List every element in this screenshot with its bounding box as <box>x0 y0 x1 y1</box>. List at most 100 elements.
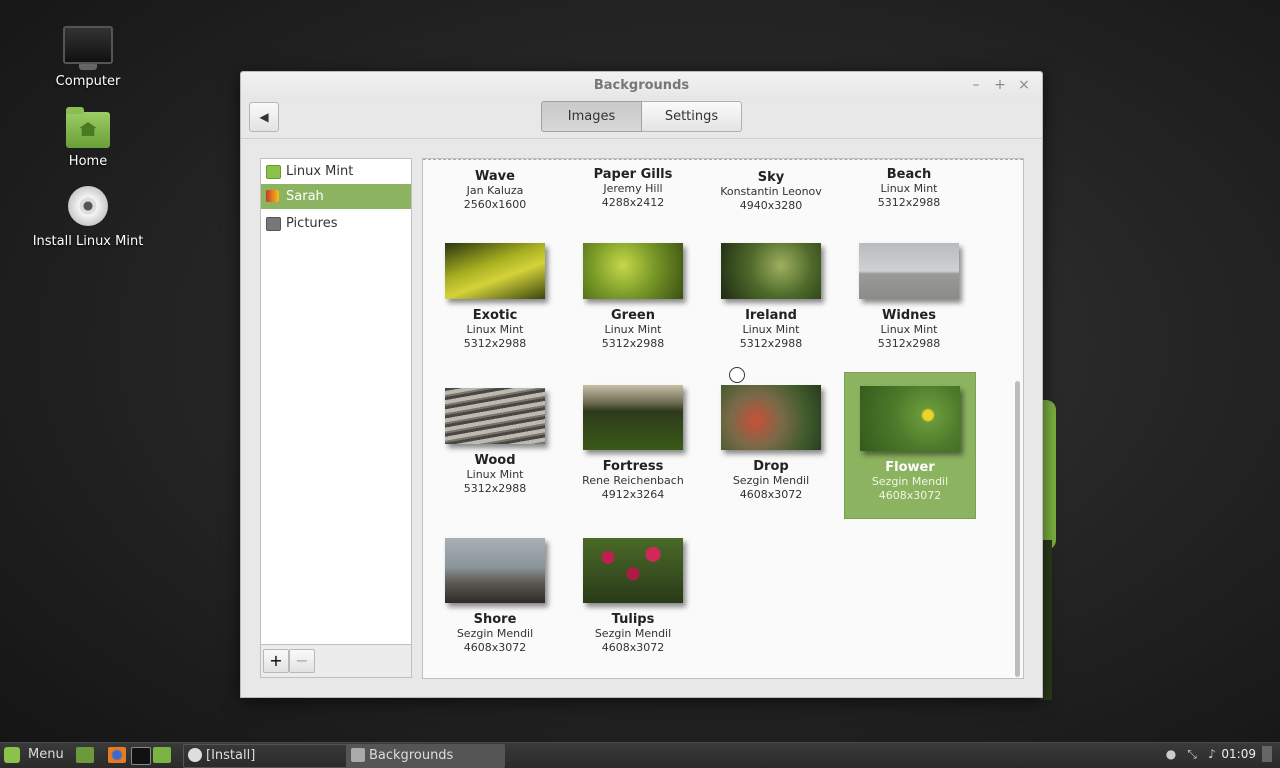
background-tile-widnes[interactable]: Widnes Linux Mint 5312x2988 <box>844 243 974 351</box>
tile-resolution: 4608x3072 <box>739 488 803 501</box>
background-tile-paper-gills[interactable]: Paper Gills Jeremy Hill 4288x2412 <box>568 167 698 210</box>
tile-name: Drop <box>753 459 789 474</box>
sidebar-item-label: Linux Mint <box>286 164 354 179</box>
sidebar-item-label: Sarah <box>286 189 324 204</box>
taskbar: Menu [Install] Backgrounds ● ⤡ ♪ 01:09 <box>0 742 1280 768</box>
tile-name: Tulips <box>611 612 655 627</box>
minimize-button[interactable]: – <box>967 76 985 94</box>
tile-name: Exotic <box>472 308 518 323</box>
background-tile-drop[interactable]: Drop Sezgin Mendil 4608x3072 <box>706 385 836 502</box>
toolbar: ◀ Images Settings <box>241 100 1042 139</box>
tile-name: Green <box>611 308 655 323</box>
back-arrow-icon: ◀ <box>259 110 269 124</box>
task-label: Backgrounds <box>369 748 454 763</box>
tile-resolution: 5312x2988 <box>463 337 527 350</box>
background-thumbnail <box>860 386 960 451</box>
volume-icon[interactable]: ♪ <box>1205 747 1219 761</box>
tile-name: Flower <box>885 460 935 475</box>
task-backgrounds[interactable]: Backgrounds <box>346 744 505 768</box>
mint-logo-icon <box>4 746 20 763</box>
tile-name: Widnes <box>882 308 936 323</box>
background-tile-exotic[interactable]: Exotic Linux Mint 5312x2988 <box>430 243 560 351</box>
sidebar-item-sarah[interactable]: Sarah <box>261 184 411 209</box>
background-tile-wood[interactable]: Wood Linux Mint 5312x2988 <box>430 388 560 496</box>
backgrounds-app-icon <box>351 748 365 762</box>
menu-button[interactable]: Menu <box>4 744 64 766</box>
background-tile-flower[interactable]: Flower Sezgin Mendil 4608x3072 <box>844 372 976 519</box>
titlebar[interactable]: Backgrounds – + × <box>241 72 1042 100</box>
tab-settings[interactable]: Settings <box>642 101 742 132</box>
grid-scrollbar[interactable] <box>1015 381 1020 677</box>
back-button[interactable]: ◀ <box>249 102 279 132</box>
desktop-icon-label: Home <box>68 154 108 169</box>
tile-name: Wood <box>474 453 516 468</box>
tab-bar: Images Settings <box>541 101 742 132</box>
background-tile-shore[interactable]: Shore Sezgin Mendil 4608x3072 <box>430 538 560 655</box>
background-thumbnail <box>445 243 545 299</box>
disc-icon <box>28 186 148 226</box>
tile-resolution: 5312x2988 <box>877 337 941 350</box>
mint-icon <box>266 165 281 179</box>
background-tile-sky[interactable]: Sky Konstantin Leonov 4940x3280 <box>706 170 836 213</box>
tile-resolution: 5312x2988 <box>601 337 665 350</box>
background-tile-green[interactable]: Green Linux Mint 5312x2988 <box>568 243 698 351</box>
backgrounds-window: Backgrounds – + × ◀ Images Settings Linu… <box>240 71 1043 698</box>
background-thumbnail <box>445 388 545 444</box>
add-folder-button[interactable]: + <box>263 649 289 673</box>
tile-author: Linux Mint <box>466 323 524 336</box>
tile-resolution: 5312x2988 <box>739 337 803 350</box>
background-thumbnail <box>859 243 959 299</box>
tile-name: Wave <box>475 169 515 184</box>
remove-folder-button[interactable]: − <box>289 649 315 673</box>
network-icon[interactable]: ⤡ <box>1185 747 1199 761</box>
tile-resolution: 4608x3072 <box>601 641 665 654</box>
show-desktop-icon[interactable] <box>76 747 94 763</box>
tile-name: Paper Gills <box>593 167 673 182</box>
background-tile-ireland[interactable]: Ireland Linux Mint 5312x2988 <box>706 243 836 351</box>
sidebar-actions: + − <box>261 644 411 677</box>
tile-author: Jan Kaluza <box>466 184 524 197</box>
tile-resolution: 5312x2988 <box>877 196 941 209</box>
background-thumbnail <box>583 385 683 450</box>
files-icon[interactable] <box>153 747 171 763</box>
tile-name: Sky <box>757 170 785 185</box>
tile-author: Linux Mint <box>742 323 800 336</box>
clock[interactable]: 01:09 <box>1221 747 1256 761</box>
tile-resolution: 4940x3280 <box>739 199 803 212</box>
user-icon[interactable]: ● <box>1164 747 1178 761</box>
close-button[interactable]: × <box>1015 76 1033 94</box>
show-desktop-button[interactable] <box>1262 746 1272 762</box>
menu-label: Menu <box>28 747 64 762</box>
tile-author: Sezgin Mendil <box>732 474 810 487</box>
mouse-cursor-icon <box>729 367 745 383</box>
tile-author: Konstantin Leonov <box>720 185 822 198</box>
firefox-icon[interactable] <box>108 747 126 763</box>
tile-resolution: 4608x3072 <box>878 489 942 502</box>
tile-author: Rene Reichenbach <box>582 474 684 487</box>
desktop-icon-install[interactable]: Install Linux Mint <box>28 186 148 249</box>
terminal-icon[interactable] <box>131 747 151 765</box>
background-tile-wave[interactable]: Wave Jan Kaluza 2560x1600 <box>430 169 560 212</box>
pictures-icon <box>266 217 281 231</box>
background-tile-tulips[interactable]: Tulips Sezgin Mendil 4608x3072 <box>568 538 698 655</box>
task-install[interactable]: [Install] <box>183 744 362 768</box>
desktop-icon-home[interactable]: Home <box>28 107 148 169</box>
background-thumbnail <box>445 538 545 603</box>
disc-icon <box>188 748 202 762</box>
window-title: Backgrounds <box>593 78 690 93</box>
background-tile-beach[interactable]: Beach Linux Mint 5312x2988 <box>844 167 974 210</box>
sidebar-item-pictures[interactable]: Pictures <box>261 211 411 236</box>
tile-resolution: 4288x2412 <box>601 196 665 209</box>
background-thumbnail <box>721 243 821 299</box>
tile-resolution: 4608x3072 <box>463 641 527 654</box>
sidebar: Linux Mint Sarah Pictures + − <box>260 158 412 678</box>
background-tile-fortress[interactable]: Fortress Rene Reichenbach 4912x3264 <box>568 385 698 502</box>
tile-author: Linux Mint <box>604 323 662 336</box>
desktop-icon-label: Install Linux Mint <box>32 234 144 249</box>
desktop-icon-computer[interactable]: Computer <box>28 26 148 89</box>
sidebar-item-linux-mint[interactable]: Linux Mint <box>261 159 411 184</box>
maximize-button[interactable]: + <box>991 76 1009 94</box>
tab-images[interactable]: Images <box>541 101 642 132</box>
background-thumbnail <box>583 243 683 299</box>
tile-author: Sezgin Mendil <box>456 627 534 640</box>
